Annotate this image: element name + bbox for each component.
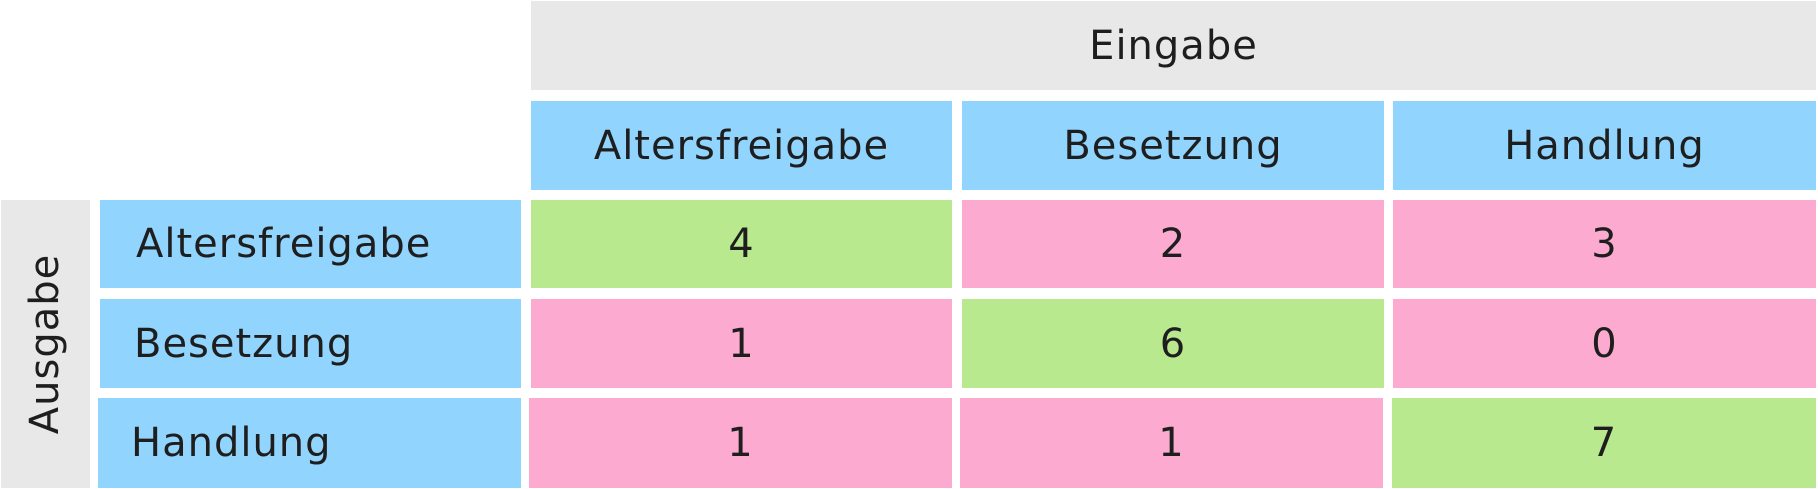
- cell-value: 2: [1159, 221, 1187, 267]
- cell-value: 1: [727, 420, 754, 466]
- column-group-header: Eingabe: [531, 1, 1816, 90]
- column-group-label: Eingabe: [1089, 22, 1258, 69]
- cell-value: 1: [728, 320, 755, 367]
- column-header-label: Altersfreigabe: [593, 122, 890, 169]
- cell-value: 6: [1159, 320, 1187, 367]
- matrix-cell-r1c1: 4: [531, 200, 952, 288]
- matrix-cell-r2c2: 6: [962, 299, 1384, 388]
- matrix-cell-r3c1: 1: [529, 398, 952, 488]
- column-header-besetzung: Besetzung: [962, 101, 1384, 190]
- matrix-cell-r1c2: 2: [962, 200, 1384, 288]
- row-header-handlung: Handlung: [98, 398, 521, 488]
- row-group-header: Ausgabe: [1, 200, 90, 488]
- row-header-altersfreigabe: Altersfreigabe: [100, 200, 521, 288]
- matrix-cell-r1c3: 3: [1393, 200, 1816, 288]
- row-header-besetzung: Besetzung: [100, 299, 521, 388]
- matrix-cell-r2c1: 1: [531, 299, 952, 388]
- column-header-label: Besetzung: [1063, 122, 1283, 169]
- cell-value: 0: [1591, 320, 1618, 367]
- column-header-handlung: Handlung: [1393, 101, 1816, 190]
- column-header-label: Handlung: [1504, 122, 1705, 169]
- matrix-cell-r3c2: 1: [960, 398, 1383, 488]
- row-group-label: Ausgabe: [22, 253, 69, 435]
- cell-value: 1: [1158, 420, 1185, 466]
- cell-value: 7: [1590, 420, 1618, 466]
- row-header-label: Besetzung: [134, 320, 354, 367]
- column-header-altersfreigabe: Altersfreigabe: [531, 101, 952, 190]
- row-header-label: Altersfreigabe: [136, 221, 432, 267]
- cell-value: 4: [728, 221, 755, 267]
- cell-value: 3: [1591, 221, 1618, 267]
- matrix-cell-r3c3: 7: [1392, 398, 1816, 488]
- row-header-label: Handlung: [131, 420, 332, 466]
- matrix-cell-r2c3: 0: [1393, 299, 1816, 388]
